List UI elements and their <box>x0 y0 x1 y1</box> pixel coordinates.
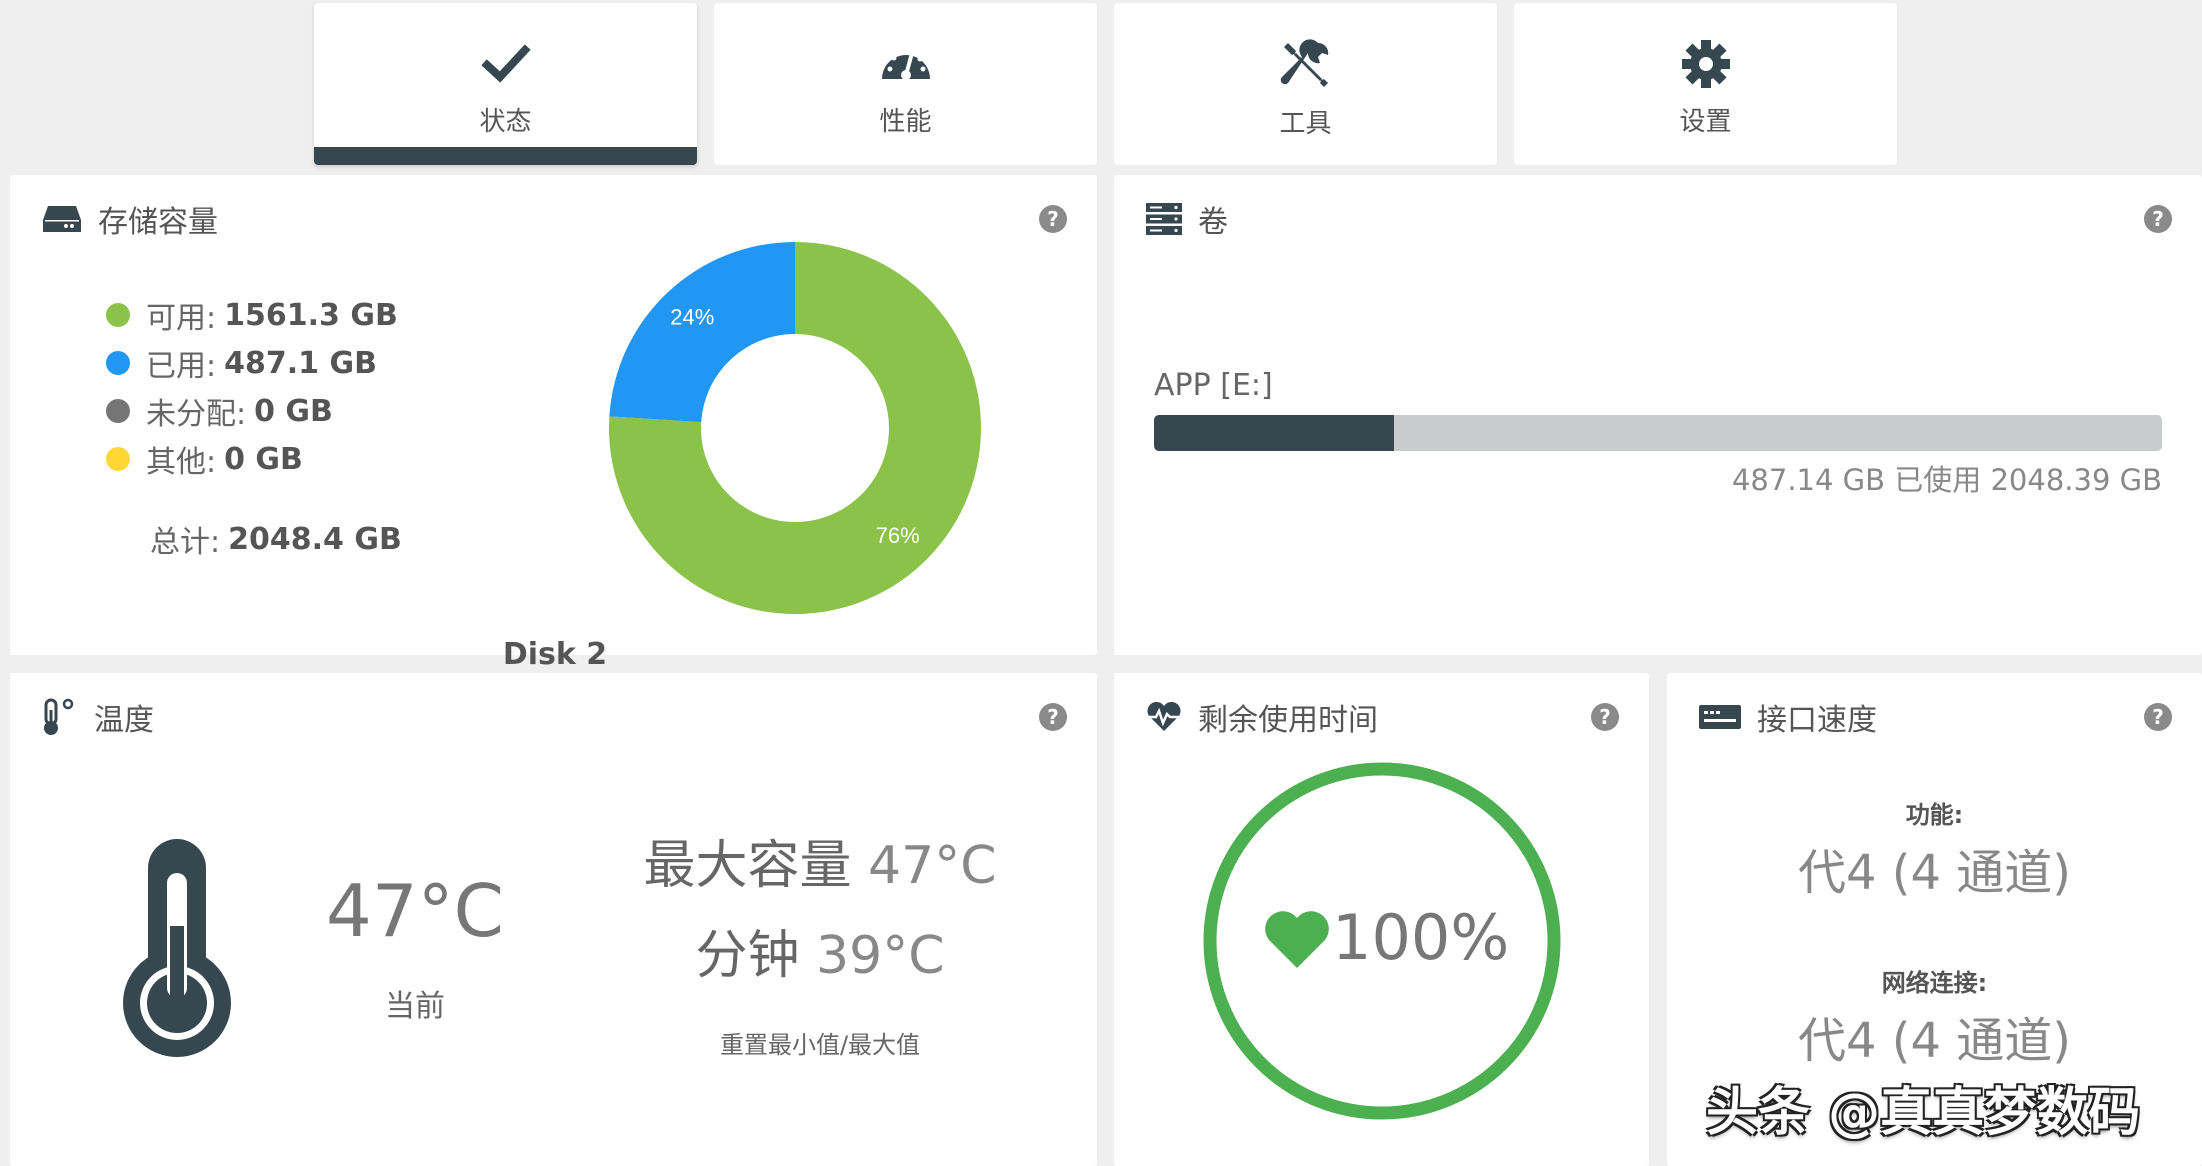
current-label: 当前 <box>385 989 445 1024</box>
capability-value: 代4 (4 通道) <box>1797 845 2072 901</box>
total-label: 总计: <box>150 525 221 560</box>
tools-icon <box>1280 39 1328 87</box>
min-temperature-row: 分钟 39°C <box>570 913 1070 988</box>
donut-slice-label-0: 76% <box>876 523 920 548</box>
link-label: 网络连接: <box>1881 969 1988 997</box>
thermometer-small-icon <box>44 698 74 735</box>
capability-label: 功能: <box>1905 801 1964 829</box>
interface-speed-card-header: 接口速度 <box>1699 695 1877 739</box>
min-value: 39°C <box>816 926 945 986</box>
remaining-life-card-header: 剩余使用时间 <box>1146 695 1378 739</box>
used-color-dot <box>106 351 130 375</box>
legend-label: 未分配: <box>146 397 247 432</box>
legend-item-other: 其他: 0 GB <box>106 437 303 481</box>
storage-total: 总计: 2048.4 GB <box>150 517 402 561</box>
legend-value: 487.1 GB <box>224 345 377 381</box>
legend-value: 1561.3 GB <box>224 297 398 333</box>
check-icon <box>480 44 531 83</box>
heartbeat-icon <box>1147 701 1181 731</box>
hard-drive-icon <box>43 206 81 232</box>
gear-icon <box>1681 40 1730 88</box>
volumes-help-icon[interactable]: ? <box>2144 205 2172 233</box>
interface-speed-title: 接口速度 <box>1757 703 1877 738</box>
volume-usage-text: 487.14 GB 已使用 2048.39 GB <box>1731 463 2162 497</box>
tab-status[interactable]: 状态 <box>314 3 697 165</box>
legend-value: 0 GB <box>254 393 333 429</box>
heart-icon <box>1265 911 1329 968</box>
min-label: 分钟 <box>695 926 800 986</box>
legend-label: 其他: <box>146 445 217 480</box>
temperature-card: 温度 ? 47°C 当前 最大容量 47°C 分钟 39°C 重置最小值/最大值 <box>10 673 1097 1166</box>
remaining-life-value: 100% <box>1332 901 1510 974</box>
tab-settings-label: 设置 <box>1679 107 1732 137</box>
legend-label: 已用: <box>146 349 217 384</box>
tab-status-label: 状态 <box>479 107 532 137</box>
tab-tools[interactable]: 工具 <box>1114 3 1497 165</box>
thermometer-icon <box>123 839 231 1057</box>
remaining-life-card: 剩余使用时间 ? 100% <box>1114 673 1649 1166</box>
server-stack-icon <box>1146 203 1182 235</box>
interface-speed-help-icon[interactable]: ? <box>2144 703 2172 731</box>
storage-title: 存储容量 <box>98 205 218 240</box>
storage-card-header: 存储容量 <box>42 197 218 241</box>
link-value: 代4 (4 通道) <box>1797 1013 2072 1069</box>
reset-min-max-link[interactable]: 重置最小值/最大值 <box>570 1025 1070 1060</box>
volumes-card: 卷 ? APP [E:] 487.14 GB 已使用 2048.39 GB <box>1114 175 2202 655</box>
volumes-title: 卷 <box>1198 205 1228 240</box>
legend-value: 0 GB <box>224 441 303 477</box>
other-color-dot <box>106 447 130 471</box>
active-tab-indicator <box>314 147 697 165</box>
max-temperature-row: 最大容量 47°C <box>570 823 1070 898</box>
current-temperature: 47°C <box>326 869 504 953</box>
legend-item-available: 可用: 1561.3 GB <box>106 293 398 337</box>
volumes-card-header: 卷 <box>1146 197 1228 241</box>
watermark-text: 头条 @真真梦数码 <box>1706 1083 2141 1143</box>
tab-settings[interactable]: 设置 <box>1514 3 1897 165</box>
unallocated-color-dot <box>106 399 130 423</box>
speedometer-icon <box>881 48 930 80</box>
storage-donut-chart: 76% 24% <box>609 242 981 614</box>
temperature-help-icon[interactable]: ? <box>1039 703 1067 731</box>
storage-help-icon[interactable]: ? <box>1039 205 1067 233</box>
volume-usage-fill <box>1154 415 1394 451</box>
tab-performance-label: 性能 <box>879 107 932 137</box>
donut-slice-label-1: 24% <box>670 304 714 329</box>
total-value: 2048.4 GB <box>228 521 402 557</box>
storage-capacity-card: 存储容量 ? 可用: 1561.3 GB 已用: 487.1 GB 未分配: 0… <box>10 175 1097 672</box>
interface-card-icon <box>1699 705 1741 729</box>
tab-performance[interactable]: 性能 <box>714 3 1097 165</box>
disk-name: Disk 2 <box>502 637 608 672</box>
temperature-title: 温度 <box>94 703 154 738</box>
temperature-card-header: 温度 <box>42 695 154 739</box>
max-value: 47°C <box>868 836 997 896</box>
tab-tools-label: 工具 <box>1279 109 1332 139</box>
max-label: 最大容量 <box>643 836 852 896</box>
legend-label: 可用: <box>146 301 217 336</box>
remaining-life-title: 剩余使用时间 <box>1198 703 1378 738</box>
legend-item-used: 已用: 487.1 GB <box>106 341 377 385</box>
available-color-dot <box>106 303 130 327</box>
volume-name: APP [E:] <box>1154 368 1273 403</box>
remaining-life-help-icon[interactable]: ? <box>1591 703 1619 731</box>
volume-usage-bar <box>1154 415 2162 451</box>
legend-item-unallocated: 未分配: 0 GB <box>106 389 333 433</box>
donut-slice-1 <box>609 242 795 423</box>
